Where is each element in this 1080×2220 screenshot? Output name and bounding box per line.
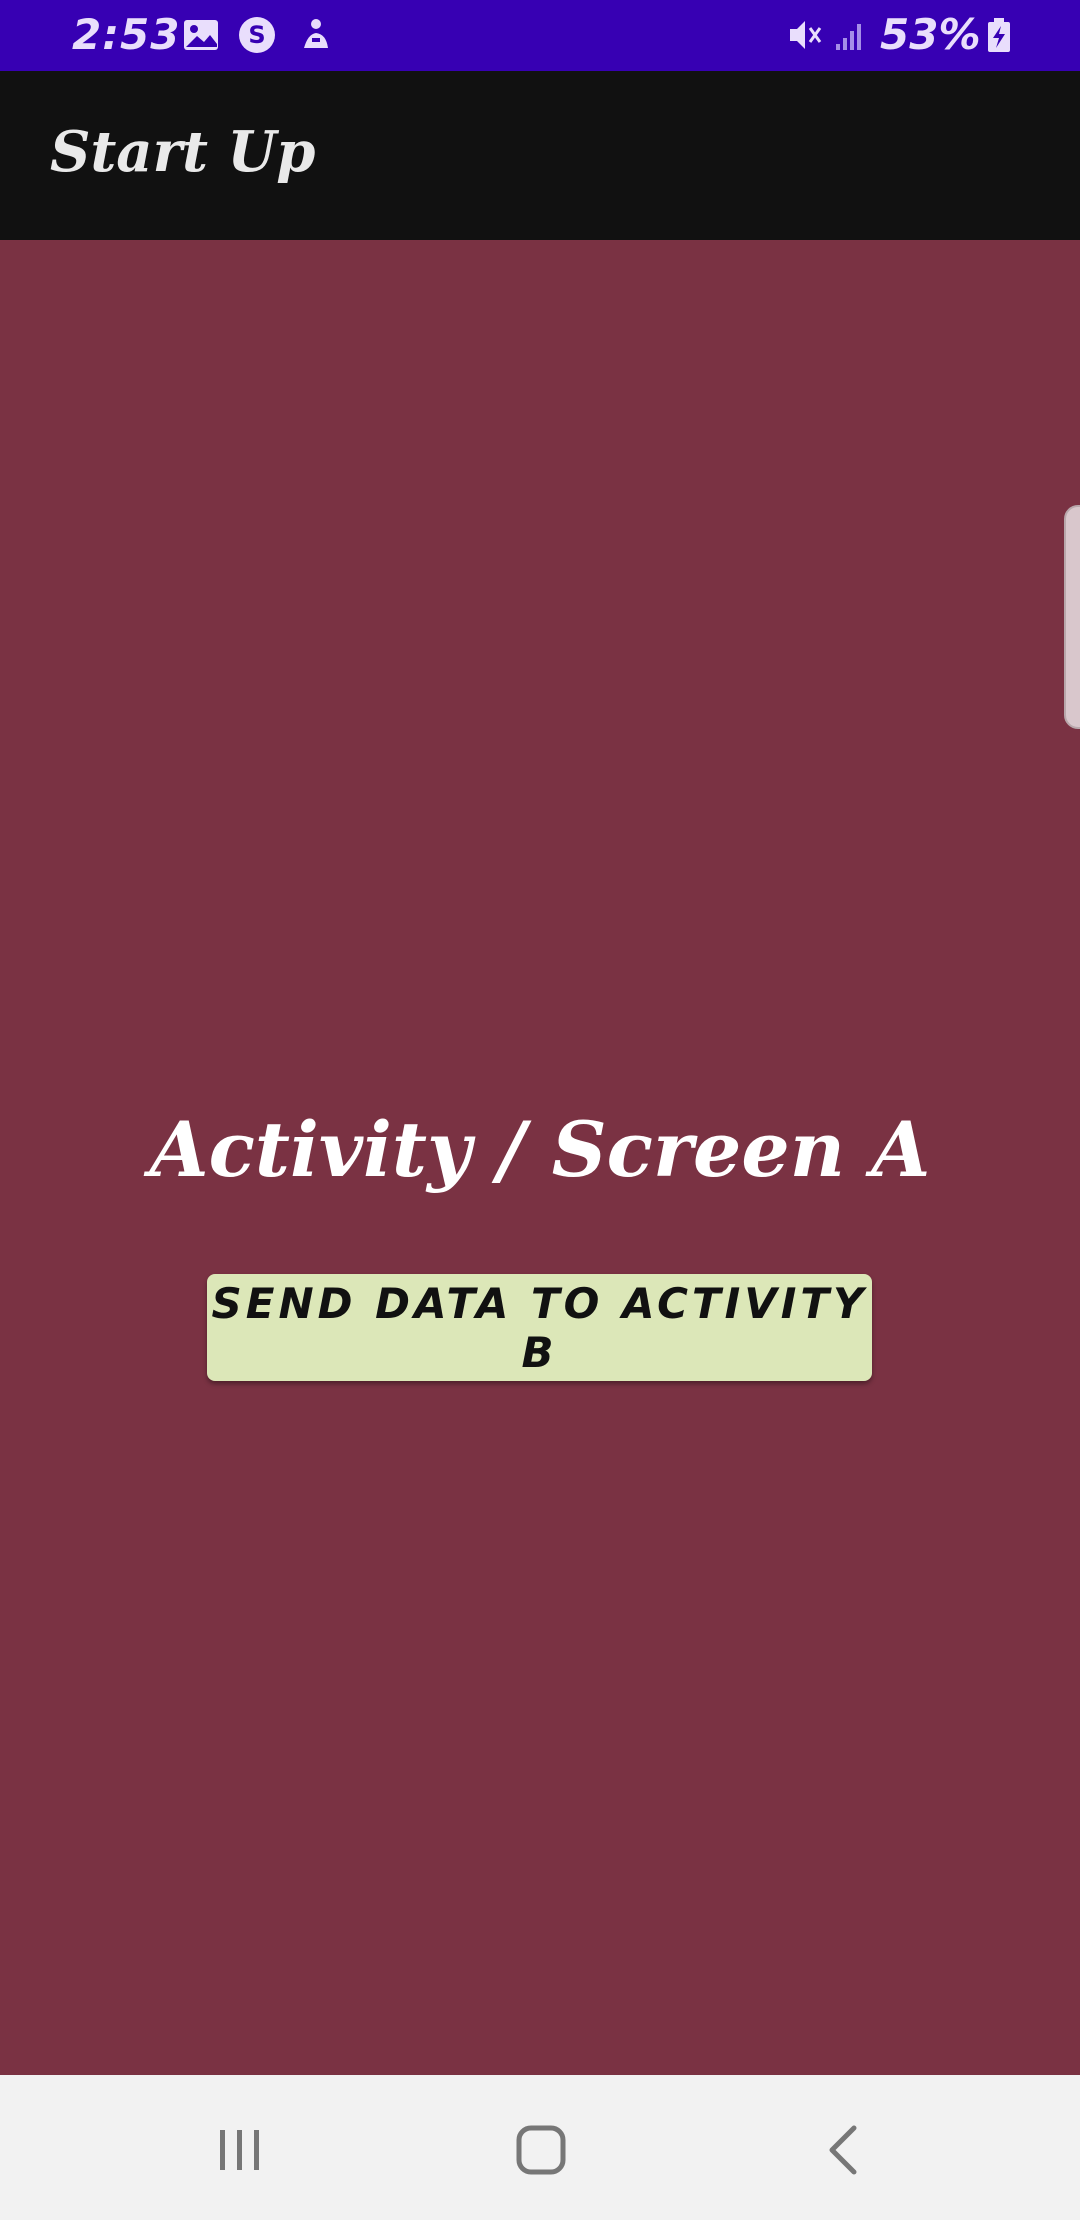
home-button[interactable] [481, 2105, 601, 2195]
app-title: Start Up [50, 119, 316, 185]
app-screen: 2:53 S 53% Start Up Activity / Screen A … [0, 0, 1080, 2220]
screen-heading: Activity / Screen A [149, 1105, 931, 1194]
mute-icon [790, 21, 822, 49]
navigation-bar [0, 2075, 1080, 2220]
signal-icon [836, 24, 861, 50]
status-bar: 2:53 S 53% [0, 0, 1080, 71]
recent-apps-icon [220, 2130, 259, 2170]
recent-apps-button[interactable] [180, 2105, 300, 2195]
gallery-icon [184, 20, 218, 50]
back-button[interactable] [784, 2105, 904, 2195]
send-data-button[interactable]: SEND DATA TO ACTIVITY B [207, 1274, 872, 1381]
battery-charging-icon [988, 18, 1010, 52]
skype-icon: S [239, 17, 275, 53]
scroll-thumb[interactable] [1064, 505, 1080, 729]
battery-percentage: 53% [880, 10, 981, 59]
app-notification-icon [304, 19, 328, 48]
home-icon [516, 2125, 566, 2175]
status-time: 2:53 [72, 10, 181, 59]
svg-text:S: S [248, 21, 265, 49]
app-bar: Start Up [0, 71, 1080, 240]
send-data-button-label: SEND DATA TO ACTIVITY B [211, 1278, 868, 1377]
back-icon [829, 2125, 857, 2175]
